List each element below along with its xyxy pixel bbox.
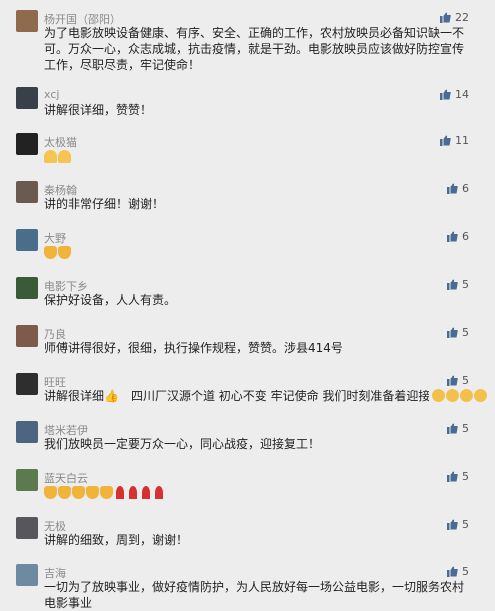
avatar[interactable]: [16, 373, 38, 395]
like-button[interactable]: 5: [447, 374, 469, 387]
thumbs-up-icon: [447, 423, 458, 434]
comment-text: 为了电影放映设备健康、有序、安全、正确的工作，农村放映员必备知识缺一不可。万众一…: [44, 26, 465, 72]
like-count: 5: [462, 422, 469, 435]
like-button[interactable]: 5: [447, 326, 469, 339]
thumbs-up-icon: [447, 471, 458, 482]
thumbs-up-icon: [447, 375, 458, 386]
emoji-row: [44, 246, 71, 259]
like-count: 14: [455, 88, 469, 101]
avatar[interactable]: [16, 517, 38, 539]
face-emoji-icon: [460, 389, 473, 402]
thumbs-up-emoji-icon: [86, 486, 99, 499]
commenter-name[interactable]: 蓝天白云: [44, 470, 88, 486]
commenter-name[interactable]: xcj: [44, 88, 59, 101]
thumbs-up-emoji-icon: [44, 246, 57, 259]
rose-icon: [155, 486, 163, 499]
thumbs-up-icon: [447, 183, 458, 194]
like-count: 5: [462, 374, 469, 387]
like-count: 6: [462, 182, 469, 195]
comment-text: 保护好设备，人人有责。: [44, 293, 177, 307]
like-count: 5: [462, 326, 469, 339]
thumbs-up-icon: [447, 566, 458, 577]
thumbs-up-icon: [447, 231, 458, 242]
like-button[interactable]: 5: [447, 422, 469, 435]
face-emoji-icon: [474, 389, 487, 402]
like-button[interactable]: 5: [447, 470, 469, 483]
rose-icon: [116, 486, 124, 499]
like-button[interactable]: 6: [447, 230, 469, 243]
comment-text: 讲的非常仔细！谢谢！: [44, 197, 165, 211]
like-button[interactable]: 5: [447, 518, 469, 531]
like-button[interactable]: 5: [447, 565, 469, 578]
face-emoji-icon: [446, 389, 459, 402]
like-button[interactable]: 11: [440, 134, 469, 147]
thumbs-up-icon: [440, 135, 451, 146]
avatar[interactable]: [16, 564, 38, 586]
like-count: 5: [462, 518, 469, 531]
avatar[interactable]: [16, 133, 38, 155]
rose-icon: [142, 486, 150, 499]
comment-text: 师傅讲得很好，很细，执行操作规程，赞赞。涉县414号: [44, 341, 343, 355]
thumbs-up-emoji-icon: [72, 486, 85, 499]
thumbs-up-emoji-icon: [44, 486, 57, 499]
thumbs-up-icon: [440, 12, 451, 23]
emoji-row: [432, 389, 487, 402]
thumbs-up-icon: [440, 89, 451, 100]
avatar[interactable]: [16, 10, 38, 32]
thumbs-up-emoji-icon: [58, 246, 71, 259]
avatar[interactable]: [16, 421, 38, 443]
like-button[interactable]: 5: [447, 278, 469, 291]
comment-list: 杨开国（邵阳） 22 为了电影放映设备健康、有序、安全、正确的工作，农村放映员必…: [0, 0, 495, 610]
comment-text: 讲解很详细，赞赞！: [44, 103, 153, 117]
like-count: 11: [455, 134, 469, 147]
rose-icon: [129, 486, 137, 499]
avatar[interactable]: [16, 181, 38, 203]
comment-text: 讲解很详细👍 四川厂汉源个道 初心不变 牢记使命 我们时刻准备着迎接复工！: [44, 389, 429, 403]
commenter-name[interactable]: 大野: [44, 230, 66, 246]
like-count: 6: [462, 230, 469, 243]
thumbs-up-icon: [447, 519, 458, 530]
praying-hands-icon: [58, 150, 71, 163]
avatar[interactable]: [16, 277, 38, 299]
like-count: 5: [462, 278, 469, 291]
avatar[interactable]: [16, 229, 38, 251]
thumbs-up-emoji-icon: [100, 486, 113, 499]
comment-text: 讲解的细致，周到，谢谢！: [44, 533, 189, 547]
like-count: 5: [462, 565, 469, 578]
thumbs-up-icon: [447, 327, 458, 338]
like-count: 5: [462, 470, 469, 483]
like-button[interactable]: 6: [447, 182, 469, 195]
like-count: 22: [455, 11, 469, 24]
comment-text: 我们放映员一定要万众一心，同心战疫，迎接复工！: [44, 437, 321, 451]
thumbs-up-icon: [447, 279, 458, 290]
like-button[interactable]: 22: [440, 11, 469, 24]
like-button[interactable]: 14: [440, 88, 469, 101]
commenter-name[interactable]: 太极猫: [44, 134, 77, 150]
avatar[interactable]: [16, 325, 38, 347]
emoji-row: [44, 486, 165, 499]
comment-text: 一切为了放映事业，做好疫情防护，为人民放好每一场公益电影，一切服务农村电影事业: [44, 580, 465, 610]
thumbs-up-emoji-icon: [58, 486, 71, 499]
avatar[interactable]: [16, 469, 38, 491]
emoji-row: [44, 150, 71, 163]
face-emoji-icon: [432, 389, 445, 402]
avatar[interactable]: [16, 87, 38, 109]
praying-hands-icon: [44, 150, 57, 163]
